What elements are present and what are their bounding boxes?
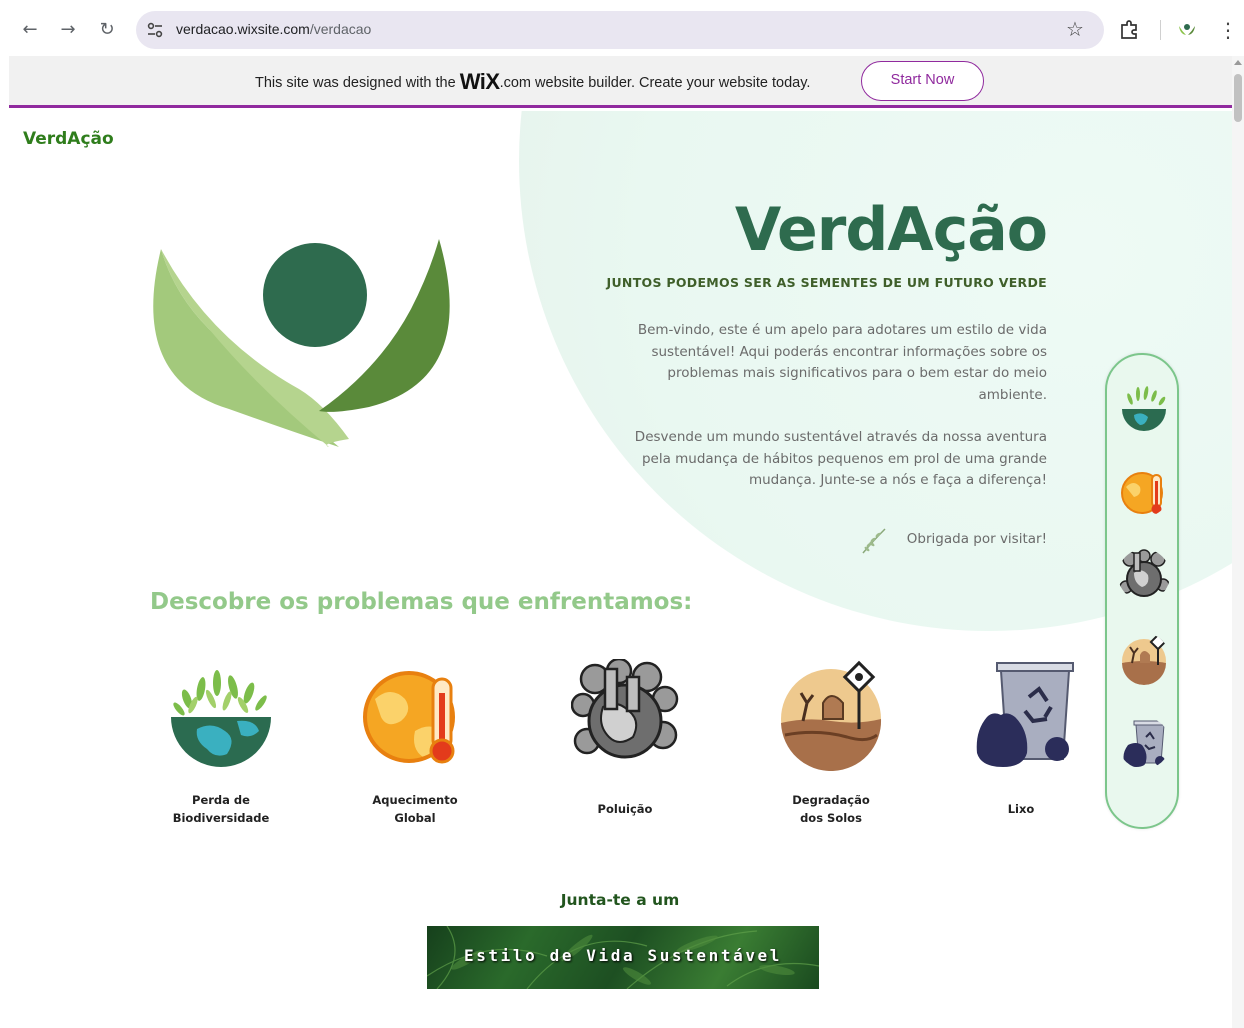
- problem-label-line1: Poluição: [597, 802, 653, 816]
- banner-label: Estilo de Vida Sustentável: [463, 946, 783, 965]
- floating-problem-nav: [1105, 353, 1179, 829]
- kebab-menu-icon[interactable]: ⋮: [1218, 18, 1238, 42]
- problem-label: Poluição: [543, 800, 707, 818]
- problem-label-line2: Biodiversidade: [172, 811, 270, 825]
- verdacao-logo-icon: [153, 239, 450, 447]
- url-host: verdacao.wixsite.com: [176, 21, 310, 37]
- nav-biodiversity-icon[interactable]: [1118, 381, 1170, 433]
- start-now-button[interactable]: Start Now: [861, 61, 984, 101]
- site-settings-icon[interactable]: [146, 20, 164, 40]
- site-page: VerdAção VerdAção JUNTOS PODEMOS SER AS …: [9, 111, 1232, 1028]
- thanks-text: Obrigada por visitar!: [906, 531, 1047, 547]
- problem-label: Perda de Biodiversidade: [139, 791, 303, 827]
- biodiversity-icon[interactable]: [167, 659, 275, 771]
- toolbar-divider: [1160, 20, 1161, 40]
- page-scrollbar[interactable]: [1232, 56, 1244, 1028]
- wix-logo[interactable]: WiX: [460, 69, 500, 94]
- sustainable-lifestyle-banner[interactable]: Estilo de Vida Sustentável: [427, 926, 819, 989]
- forward-arrow-icon[interactable]: →: [56, 18, 80, 42]
- wix-promo-before: This site was designed with the: [255, 75, 456, 91]
- problem-label: Lixo: [939, 800, 1103, 818]
- reload-icon[interactable]: ↻: [95, 18, 119, 42]
- wix-promo-text: This site was designed with the WiX.com …: [255, 69, 810, 95]
- wix-promo-after: .com website builder. Create your websit…: [499, 75, 811, 91]
- global-warming-icon[interactable]: [361, 659, 469, 771]
- scroll-up-arrow-icon[interactable]: [1234, 60, 1242, 65]
- back-arrow-icon[interactable]: ←: [18, 18, 42, 42]
- nav-soil-degradation-icon[interactable]: [1118, 633, 1170, 685]
- problems-section-title: Descobre os problemas que enfrentamos:: [150, 589, 693, 615]
- address-bar[interactable]: verdacao.wixsite.com/verdacao: [136, 11, 1104, 49]
- problem-label-line1: Aquecimento: [372, 793, 458, 807]
- problem-label: Aquecimento Global: [333, 791, 497, 827]
- hero-subtitle: JUNTOS PODEMOS SER AS SEMENTES DE UM FUT…: [606, 275, 1047, 290]
- soil-degradation-icon[interactable]: [777, 659, 885, 771]
- profile-avatar-icon[interactable]: [1176, 20, 1198, 40]
- problem-label-line1: Lixo: [1007, 802, 1035, 816]
- url-text[interactable]: verdacao.wixsite.com/verdacao: [176, 21, 371, 37]
- scroll-thumb[interactable]: [1234, 74, 1242, 122]
- problem-label-line2: dos Solos: [800, 811, 862, 825]
- extensions-puzzle-icon[interactable]: [1118, 18, 1140, 40]
- trash-icon[interactable]: [967, 659, 1075, 771]
- join-heading: Junta-te a um: [560, 891, 680, 909]
- nav-pollution-icon[interactable]: [1118, 549, 1170, 601]
- url-path: /verdacao: [309, 21, 372, 37]
- browser-toolbar: ← → ↻ verdacao.wixsite.com/verdacao ☆ ⋮: [0, 0, 1244, 60]
- hero-paragraph-welcome: Bem-vindo, este é um apelo para adotares…: [637, 322, 1047, 403]
- bookmark-star-icon[interactable]: ☆: [1064, 18, 1086, 40]
- site-brand-name[interactable]: VerdAção: [23, 129, 114, 149]
- problem-label: Degradação dos Solos: [749, 791, 913, 827]
- hero-paragraph-adventure: Desvende um mundo sustentável através da…: [634, 429, 1047, 488]
- nav-global-warming-icon[interactable]: [1118, 465, 1170, 517]
- pollution-icon[interactable]: [571, 659, 679, 771]
- problem-label-line1: Degradação: [792, 793, 870, 807]
- nav-trash-icon[interactable]: [1118, 717, 1170, 769]
- hero-title: VerdAção: [734, 195, 1048, 265]
- wix-promo-banner: This site was designed with the WiX.com …: [9, 56, 1232, 108]
- problem-label-line1: Perda de: [192, 793, 250, 807]
- problem-label-line2: Global: [394, 811, 436, 825]
